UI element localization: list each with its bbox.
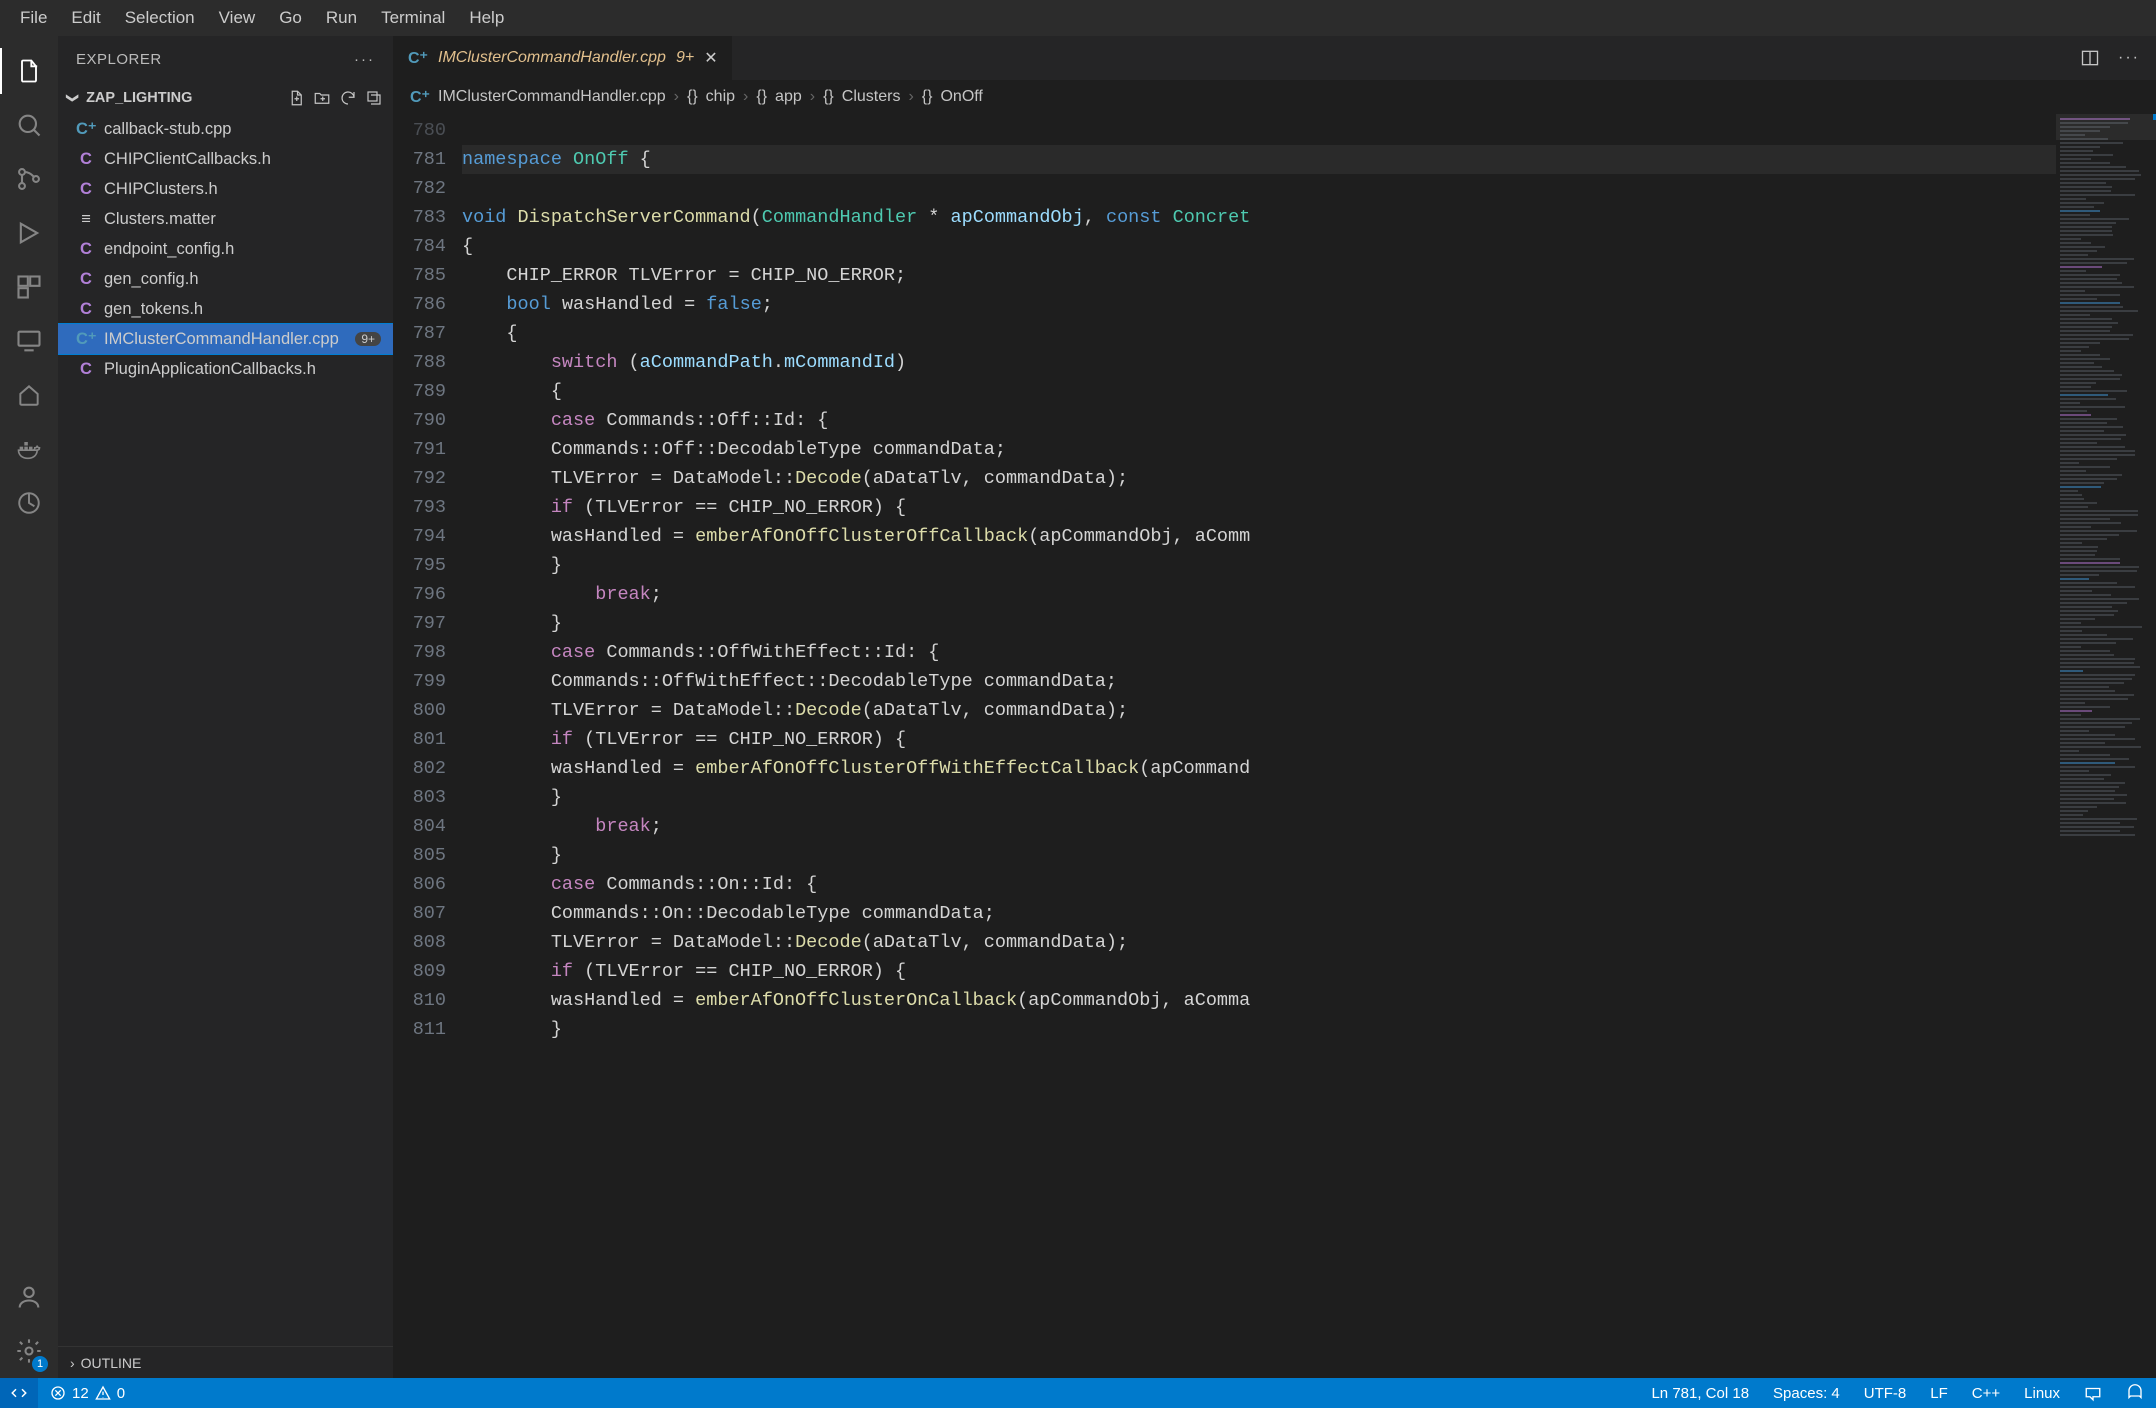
indentation[interactable]: Spaces: 4 [1761,1385,1852,1402]
outline-label: OUTLINE [81,1355,142,1371]
new-folder-icon[interactable] [313,89,331,107]
menu-run[interactable]: Run [314,4,369,32]
namespace-icon: {} [922,88,933,106]
file-item[interactable]: Cgen_config.h [58,264,393,294]
folder-name: ZAP_LIGHTING [86,90,192,106]
file-name: gen_config.h [104,270,199,289]
menu-terminal[interactable]: Terminal [369,4,457,32]
docker-icon[interactable] [0,422,58,476]
modified-badge: 9+ [355,332,381,346]
file-item[interactable]: C PluginApplicationCallbacks.h [58,354,393,384]
breadcrumb-segment[interactable]: app [775,88,802,106]
circle-icon[interactable] [0,476,58,530]
namespace-icon: {} [687,88,698,106]
menu-edit[interactable]: Edit [59,4,112,32]
menu-file[interactable]: File [8,4,59,32]
outline-section[interactable]: › OUTLINE [58,1346,393,1378]
c-header-icon: C [76,180,96,199]
remote-explorer-icon[interactable] [0,314,58,368]
breadcrumb[interactable]: C⁺ IMClusterCommandHandler.cpp›{} chip›{… [394,80,2156,114]
file-name: CHIPClientCallbacks.h [104,150,271,169]
minimap[interactable] [2056,114,2156,1378]
menu-help[interactable]: Help [457,4,516,32]
close-icon[interactable]: ✕ [704,48,717,68]
cursor-position[interactable]: Ln 781, Col 18 [1639,1385,1761,1402]
file-item[interactable]: Cendpoint_config.h [58,234,393,264]
notifications-icon[interactable] [2114,1384,2156,1402]
sidebar-section-header[interactable]: ZAP_LIGHTING [58,82,393,114]
breadcrumb-segment[interactable]: Clusters [842,88,901,106]
file-item[interactable]: C CHIPClusters.h [58,174,393,204]
menu-selection[interactable]: Selection [113,4,207,32]
text-file-icon: ≡ [76,210,96,229]
file-name: endpoint_config.h [104,240,234,259]
file-item[interactable]: C⁺ callback-stub.cpp [58,114,393,144]
eol[interactable]: LF [1918,1385,1960,1402]
file-tree[interactable]: C⁺ callback-stub.cpp C CHIPClientCallbacks.… [58,114,393,1346]
file-name: PluginApplicationCallbacks.h [104,360,316,379]
language-mode[interactable]: C++ [1960,1385,2012,1402]
tab-badge: 9+ [676,49,694,67]
file-item[interactable]: ≡ Clusters.matter [58,204,393,234]
file-name: CHIPClusters.h [104,180,218,199]
menu-go[interactable]: Go [267,4,314,32]
c-header-icon: C [76,300,96,319]
breadcrumb-segment[interactable]: OnOff [940,88,982,106]
new-file-icon[interactable] [287,89,305,107]
split-editor-icon[interactable] [2080,48,2100,68]
file-item[interactable]: Cgen_tokens.h [58,294,393,324]
explorer-icon[interactable] [0,44,58,98]
cpp-file-icon: C⁺ [76,119,96,139]
file-name: Clusters.matter [104,210,216,229]
code-editor[interactable]: 7807817827837847857867877887897907917927… [394,114,2056,1378]
file-name: IMClusterCommandHandler.cpp [104,330,339,349]
file-item[interactable]: C⁺ IMClusterCommandHandler.cpp 9+ [58,324,393,354]
sidebar: EXPLORER ··· ZAP_LIGHTING C⁺ callback-stu… [58,36,394,1378]
tab-filename: IMClusterCommandHandler.cpp [438,49,666,67]
cpp-file-icon: C⁺ [76,329,96,349]
editor-area: C⁺ IMClusterCommandHandler.cpp 9+ ✕ ··· … [394,36,2156,1378]
c-header-icon: C [76,150,96,169]
source-control-icon[interactable] [0,152,58,206]
sidebar-more-icon[interactable]: ··· [354,51,375,68]
breadcrumb-segment[interactable]: chip [706,88,735,106]
extensions-icon[interactable] [0,260,58,314]
more-icon[interactable]: ··· [2118,49,2140,67]
c-header-icon: C [76,270,96,289]
chevron-down-icon [68,90,82,106]
c-header-icon: C [76,240,96,259]
tab-bar: C⁺ IMClusterCommandHandler.cpp 9+ ✕ ··· [394,36,2156,80]
encoding[interactable]: UTF-8 [1852,1385,1919,1402]
breadcrumb-segment[interactable]: IMClusterCommandHandler.cpp [438,88,666,106]
tab-active[interactable]: C⁺ IMClusterCommandHandler.cpp 9+ ✕ [394,36,733,80]
sidebar-title: EXPLORER [76,51,162,68]
cpp-file-icon: C⁺ [410,87,430,107]
namespace-icon: {} [823,88,834,106]
status-bar: 12 0 Ln 781, Col 18 Spaces: 4 UTF-8 LF C… [0,1378,2156,1408]
sidebar-header: EXPLORER ··· [58,36,393,82]
settings-gear-icon[interactable]: 1 [0,1324,58,1378]
c-header-icon: C [76,360,96,379]
file-name: callback-stub.cpp [104,120,231,139]
collapse-all-icon[interactable] [365,89,383,107]
esp-icon[interactable] [0,368,58,422]
problems-indicator[interactable]: 12 0 [38,1385,137,1402]
namespace-icon: {} [756,88,767,106]
line-gutter: 7807817827837847857867877887897907917927… [394,114,462,1378]
activity-bar: 1 [0,36,58,1378]
os-indicator[interactable]: Linux [2012,1385,2072,1402]
file-item[interactable]: C CHIPClientCallbacks.h [58,144,393,174]
account-icon[interactable] [0,1270,58,1324]
menubar: FileEditSelectionViewGoRunTerminalHelp [0,0,2156,36]
remote-indicator[interactable] [0,1378,38,1408]
code-content[interactable]: namespace OnOff { void DispatchServerCom… [462,114,2056,1378]
file-name: gen_tokens.h [104,300,203,319]
feedback-icon[interactable] [2072,1384,2114,1402]
cpp-file-icon: C⁺ [408,48,428,68]
search-icon[interactable] [0,98,58,152]
menu-view[interactable]: View [207,4,268,32]
refresh-icon[interactable] [339,89,357,107]
run-debug-icon[interactable] [0,206,58,260]
